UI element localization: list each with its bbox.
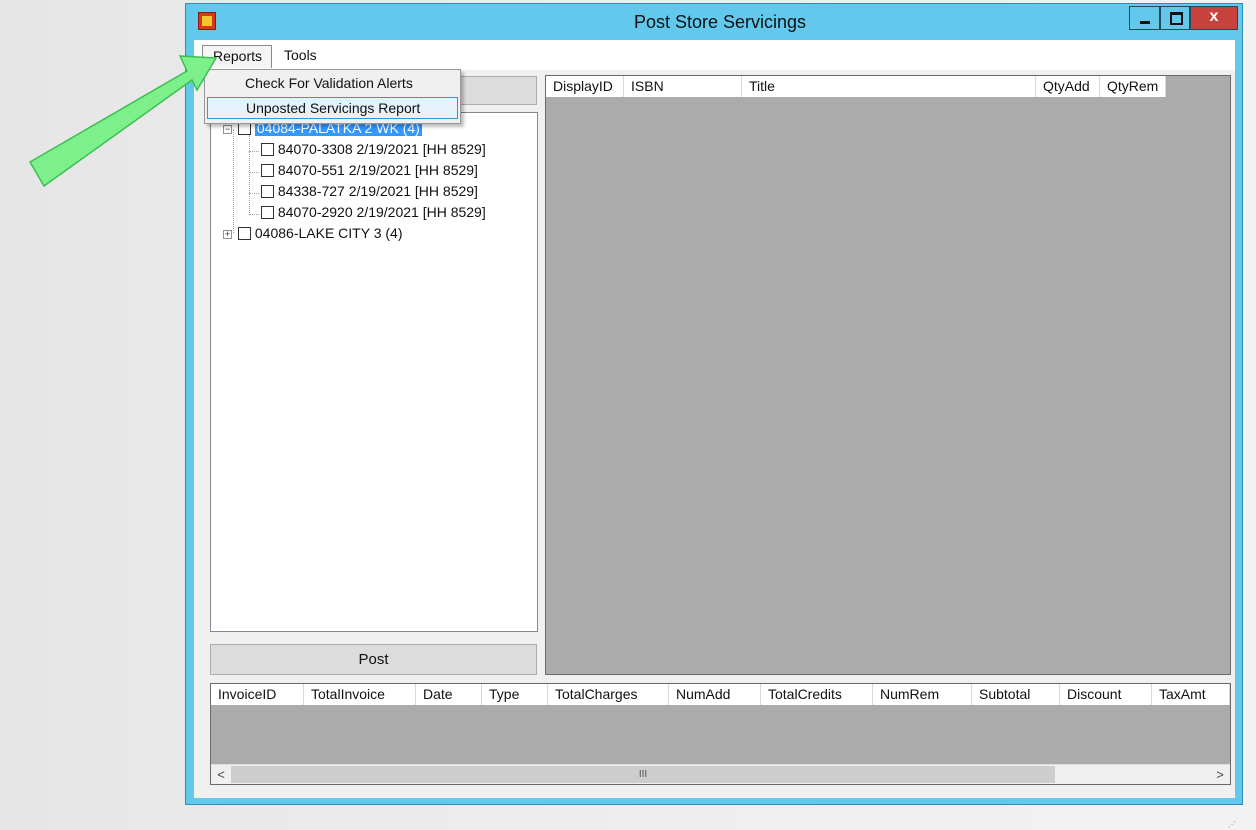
- node-checkbox[interactable]: [261, 185, 274, 198]
- column-header[interactable]: Date: [416, 684, 482, 705]
- tree-connector: [249, 172, 259, 173]
- column-header[interactable]: ISBN: [624, 76, 742, 97]
- column-header[interactable]: Subtotal: [972, 684, 1060, 705]
- column-header[interactable]: DisplayID: [546, 76, 624, 97]
- store-tree[interactable]: − 04084-PALATKA 2 WK (4) 84070-3308 2/19…: [210, 112, 538, 632]
- tree-node-servicing[interactable]: 84338-727 2/19/2021 [HH 8529]: [261, 181, 478, 201]
- tree-node-label: 84338-727 2/19/2021 [HH 8529]: [277, 183, 478, 199]
- tree-node-label: 04086-LAKE CITY 3 (4): [254, 225, 403, 241]
- collapse-icon[interactable]: −: [223, 125, 232, 134]
- tree-connector: [249, 214, 259, 215]
- column-header[interactable]: TotalCredits: [761, 684, 873, 705]
- column-header[interactable]: QtyAdd: [1036, 76, 1100, 97]
- horizontal-scrollbar[interactable]: < III >: [211, 764, 1230, 784]
- tree-connector: [233, 129, 234, 233]
- maximize-button[interactable]: [1160, 6, 1190, 30]
- invoice-grid[interactable]: InvoiceID TotalInvoice Date Type TotalCh…: [210, 683, 1231, 785]
- tree-node-servicing[interactable]: 84070-2920 2/19/2021 [HH 8529]: [261, 202, 486, 222]
- menu-tools[interactable]: Tools: [274, 45, 330, 68]
- tree-connector: [249, 135, 250, 213]
- minimize-button[interactable]: [1129, 6, 1160, 30]
- expand-icon[interactable]: +: [223, 230, 232, 239]
- client-area: Reports Tools − 04084-PALATKA 2 WK (4) 8…: [194, 40, 1236, 829]
- node-checkbox[interactable]: [238, 227, 251, 240]
- column-header[interactable]: NumAdd: [669, 684, 761, 705]
- grip-icon: III: [638, 769, 648, 780]
- post-button[interactable]: Post: [210, 644, 537, 675]
- window-title: Post Store Servicings: [633, 12, 807, 32]
- menu-bar: Reports Tools: [194, 40, 1235, 70]
- column-header[interactable]: NumRem: [873, 684, 972, 705]
- tree-connector: [249, 151, 259, 152]
- reports-dropdown: Check For Validation Alerts Unposted Ser…: [204, 69, 461, 124]
- scroll-right-icon[interactable]: >: [1210, 765, 1230, 784]
- column-header[interactable]: TaxAmt: [1152, 684, 1230, 705]
- column-header[interactable]: Title: [742, 76, 1036, 97]
- tree-node-label: 84070-551 2/19/2021 [HH 8529]: [277, 162, 478, 178]
- menu-reports[interactable]: Reports: [202, 45, 272, 68]
- tree-connector: [249, 193, 259, 194]
- tree-node-store[interactable]: 04086-LAKE CITY 3 (4): [238, 223, 403, 243]
- app-window: Post Store Servicings Reports Tools − 04…: [185, 3, 1243, 829]
- scroll-left-icon[interactable]: <: [211, 765, 231, 784]
- close-button[interactable]: [1190, 6, 1238, 30]
- detail-grid[interactable]: DisplayID ISBN Title QtyAdd QtyRem: [545, 75, 1231, 675]
- tree-node-label: 84070-2920 2/19/2021 [HH 8529]: [277, 204, 486, 220]
- column-header[interactable]: TotalCharges: [548, 684, 669, 705]
- menu-item-unposted-servicings-report[interactable]: Unposted Servicings Report: [207, 97, 458, 119]
- tree-node-servicing[interactable]: 84070-551 2/19/2021 [HH 8529]: [261, 160, 478, 180]
- title-bar[interactable]: Post Store Servicings: [186, 4, 1242, 40]
- tree-node-servicing[interactable]: 84070-3308 2/19/2021 [HH 8529]: [261, 139, 486, 159]
- tree-node-label: 84070-3308 2/19/2021 [HH 8529]: [277, 141, 486, 157]
- resize-grip-icon[interactable]: ⋰: [1228, 820, 1238, 830]
- column-header[interactable]: InvoiceID: [211, 684, 304, 705]
- column-header[interactable]: Type: [482, 684, 548, 705]
- node-checkbox[interactable]: [261, 164, 274, 177]
- column-header[interactable]: QtyRem: [1100, 76, 1166, 97]
- node-checkbox[interactable]: [261, 143, 274, 156]
- scroll-thumb[interactable]: III: [231, 766, 1055, 783]
- menu-item-check-validation-alerts[interactable]: Check For Validation Alerts: [207, 72, 458, 94]
- column-header[interactable]: TotalInvoice: [304, 684, 416, 705]
- node-checkbox[interactable]: [261, 206, 274, 219]
- column-header[interactable]: Discount: [1060, 684, 1152, 705]
